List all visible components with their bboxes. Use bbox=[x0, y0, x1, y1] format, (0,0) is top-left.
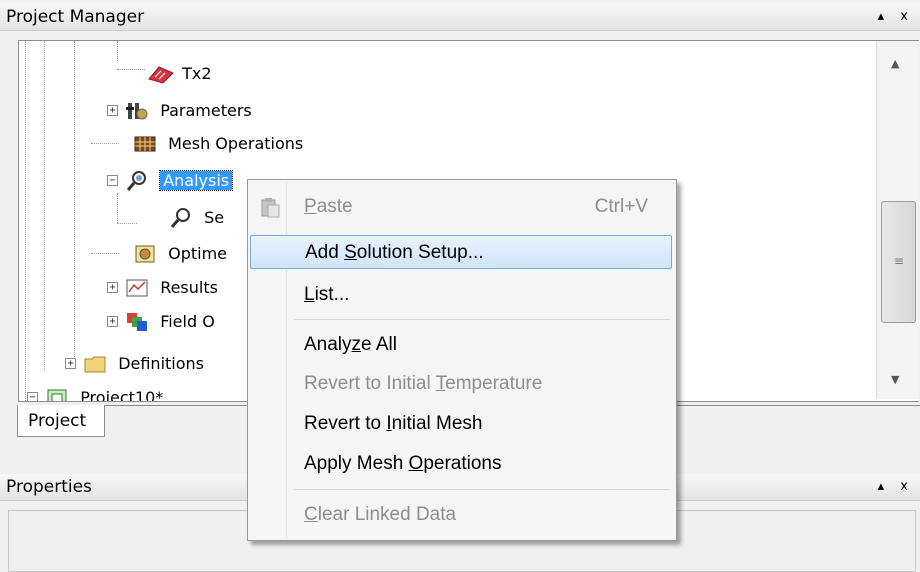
tab-project[interactable]: Project bbox=[17, 405, 105, 437]
menu-item-label-pre: Analy bbox=[304, 334, 352, 355]
analysis-icon bbox=[125, 170, 149, 192]
pane-controls[interactable]: ▴ x bbox=[878, 4, 914, 30]
context-menu: Paste Ctrl+V Add Solution Setup... List.… bbox=[247, 179, 677, 541]
menu-item-mnemonic: P bbox=[304, 196, 317, 217]
menu-item-mnemonic: O bbox=[408, 453, 424, 474]
menu-item-shortcut: Ctrl+V bbox=[594, 196, 648, 217]
mesh-operations-icon bbox=[133, 133, 157, 155]
tree-item-mesh-operations[interactable]: Mesh Operations bbox=[133, 127, 303, 159]
menu-item-label-post: nitial Mesh bbox=[391, 413, 483, 434]
properties-title: Properties bbox=[6, 477, 92, 497]
tree-label: Tx2 bbox=[182, 63, 212, 83]
tree-item-analysis[interactable]: − Analysis bbox=[107, 164, 234, 196]
tree-item-parameters[interactable]: + Parameters bbox=[107, 94, 252, 126]
menu-item-clear-linked-data[interactable]: Clear Linked Data bbox=[250, 498, 672, 532]
menu-item-paste[interactable]: Paste Ctrl+V bbox=[250, 190, 672, 224]
setup-icon bbox=[169, 207, 193, 229]
menu-item-apply-mesh-operations[interactable]: Apply Mesh Operations bbox=[250, 447, 672, 481]
tree-label: Field O bbox=[160, 311, 215, 331]
menu-separator bbox=[294, 489, 670, 490]
expand-icon[interactable]: + bbox=[65, 358, 76, 369]
tree-item-definitions[interactable]: + Definitions bbox=[65, 347, 204, 379]
folder-icon bbox=[83, 353, 107, 375]
menu-item-label-post: olution Setup... bbox=[356, 242, 484, 263]
tree-label: Analysis bbox=[159, 169, 234, 191]
project-icon bbox=[45, 387, 69, 401]
tree-label: Results bbox=[160, 277, 218, 297]
tree-label: Mesh Operations bbox=[168, 133, 304, 153]
project-manager-title: Project Manager bbox=[6, 7, 145, 27]
tree-item-results[interactable]: + Results bbox=[107, 271, 218, 303]
excitation-icon bbox=[147, 63, 174, 85]
tree-label: Optime bbox=[168, 243, 227, 263]
menu-item-label-pre: Revert to Initial bbox=[304, 373, 436, 394]
menu-item-label-post: lear Linked Data bbox=[317, 504, 457, 525]
menu-item-list[interactable]: List... bbox=[250, 278, 672, 312]
tree-scrollbar[interactable]: ▲ ≡ ▼ bbox=[876, 41, 919, 399]
menu-item-label-pre: Revert to bbox=[304, 413, 387, 434]
tree-item-optimetrics[interactable]: Optime bbox=[133, 237, 227, 269]
results-icon bbox=[125, 277, 149, 299]
paste-icon bbox=[259, 196, 281, 230]
field-overlays-icon bbox=[125, 311, 149, 333]
menu-item-mnemonic: T bbox=[435, 373, 446, 394]
menu-item-revert-temperature[interactable]: Revert to Initial Temperature bbox=[250, 367, 672, 401]
parameters-icon bbox=[125, 100, 149, 122]
scroll-up-icon[interactable]: ▲ bbox=[891, 57, 899, 70]
menu-item-add-solution-setup[interactable]: Add Solution Setup... bbox=[250, 235, 672, 269]
tree-item-setup[interactable]: Se bbox=[169, 201, 224, 233]
tree-item-tx2[interactable]: Tx2 bbox=[147, 57, 212, 89]
menu-item-label-post: e All bbox=[361, 334, 397, 355]
grip-icon: ≡ bbox=[894, 254, 905, 268]
menu-item-label-pre: Apply Mesh bbox=[304, 453, 409, 474]
project-manager-header: Project Manager ▴ x bbox=[0, 4, 920, 31]
menu-item-analyze-all[interactable]: Analyze All bbox=[250, 328, 672, 362]
menu-item-revert-mesh[interactable]: Revert to Initial Mesh bbox=[250, 407, 672, 441]
menu-item-label-pre: Add bbox=[305, 242, 345, 263]
menu-separator bbox=[294, 319, 670, 320]
menu-item-mnemonic: S bbox=[344, 242, 357, 263]
menu-item-label-post: aste bbox=[316, 196, 353, 217]
scrollbar-thumb[interactable]: ≡ bbox=[881, 201, 916, 323]
menu-item-label-post: emperature bbox=[445, 373, 543, 394]
expand-icon[interactable]: + bbox=[107, 105, 118, 116]
tree-item-project[interactable]: − Project10* bbox=[27, 381, 164, 402]
pane-controls[interactable]: ▴ x bbox=[878, 474, 914, 500]
optimetrics-icon bbox=[133, 243, 157, 265]
tree-item-field-overlays[interactable]: + Field O bbox=[107, 305, 215, 337]
tree-label: Se bbox=[204, 207, 225, 227]
expand-icon[interactable]: + bbox=[107, 282, 118, 293]
tree-label: Project10* bbox=[80, 387, 164, 402]
menu-item-mnemonic: z bbox=[351, 334, 362, 355]
menu-item-label-post: ist... bbox=[314, 284, 350, 305]
scroll-down-icon[interactable]: ▼ bbox=[891, 373, 899, 386]
expand-icon[interactable]: + bbox=[107, 316, 118, 327]
tree-label: Definitions bbox=[118, 353, 204, 373]
menu-item-mnemonic: C bbox=[304, 504, 318, 525]
tree-label: Parameters bbox=[160, 100, 252, 120]
expand-icon[interactable]: − bbox=[27, 392, 38, 401]
collapse-icon[interactable]: − bbox=[107, 175, 118, 186]
menu-item-label-post: perations bbox=[423, 453, 502, 474]
menu-item-mnemonic: L bbox=[304, 284, 315, 305]
